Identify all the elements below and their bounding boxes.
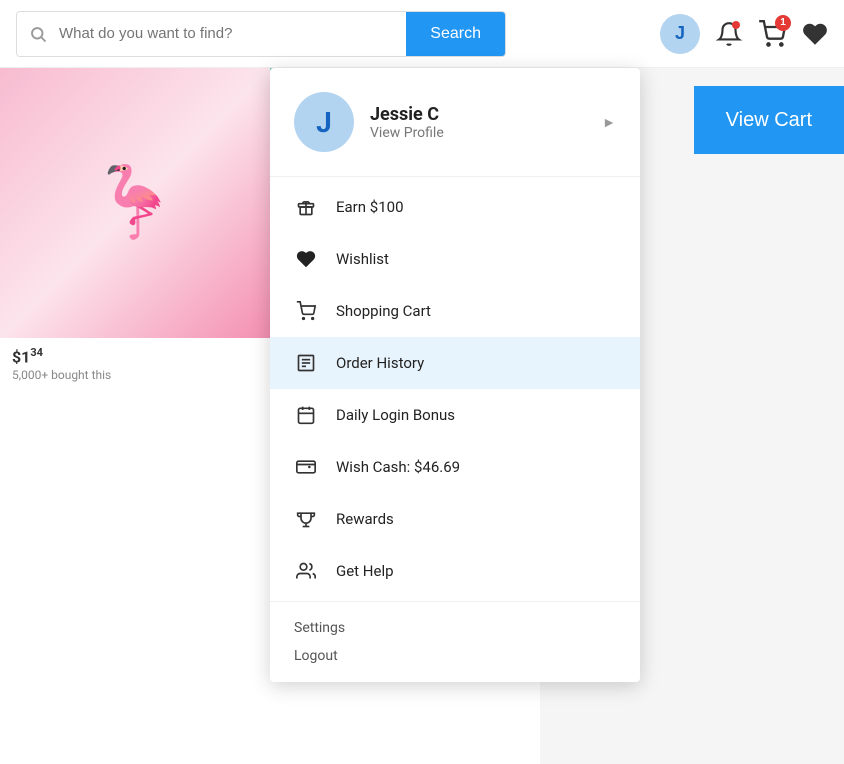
menu-item-orders[interactable]: Order History (270, 337, 640, 389)
product-price: $134 (12, 346, 258, 366)
menu-item-wishlist[interactable]: Wishlist (270, 233, 640, 285)
orders-label: Order History (336, 354, 424, 372)
header-icons: J 1 (660, 14, 828, 54)
user-dropdown: J Jessie C View Profile ► Earn $100 Wish (270, 68, 640, 682)
menu-item-rewards[interactable]: Rewards (270, 493, 640, 545)
profile-info: Jessie C View Profile (370, 104, 586, 141)
profile-section[interactable]: J Jessie C View Profile ► (270, 68, 640, 172)
view-profile-link[interactable]: View Profile (370, 125, 586, 141)
search-container: Search (16, 11, 506, 57)
notifications-button[interactable] (716, 21, 742, 47)
avatar-button[interactable]: J (660, 14, 700, 54)
view-cart-button[interactable]: View Cart (694, 86, 844, 154)
search-input[interactable] (59, 12, 406, 56)
order-history-icon (294, 351, 318, 375)
menu-item-earn[interactable]: Earn $100 (270, 181, 640, 233)
search-icon (17, 12, 59, 56)
menu-item-cart[interactable]: Shopping Cart (270, 285, 640, 337)
product-card[interactable]: 🦩 $134 5,000+ bought this (0, 68, 270, 764)
people-icon (294, 559, 318, 583)
settings-link[interactable]: Settings (294, 614, 616, 642)
wishlist-button[interactable] (802, 21, 828, 47)
notification-dot (732, 21, 740, 29)
profile-avatar: J (294, 92, 354, 152)
wallet-icon (294, 455, 318, 479)
search-button[interactable]: Search (406, 12, 505, 56)
heart-icon (294, 247, 318, 271)
divider-2 (270, 601, 640, 602)
earn-label: Earn $100 (336, 198, 404, 216)
menu-item-wishcash[interactable]: Wish Cash: $46.69 (270, 441, 640, 493)
cart-button[interactable]: 1 (758, 20, 786, 48)
product-image: 🦩 (0, 68, 270, 338)
rewards-label: Rewards (336, 510, 394, 528)
wishcash-label: Wish Cash: $46.69 (336, 458, 460, 476)
help-label: Get Help (336, 562, 394, 580)
menu-item-help[interactable]: Get Help (270, 545, 640, 597)
wishlist-label: Wishlist (336, 250, 389, 268)
gift-icon (294, 195, 318, 219)
calendar-icon (294, 403, 318, 427)
cart-badge: 1 (775, 15, 791, 31)
divider-1 (270, 176, 640, 177)
shopping-cart-icon (294, 299, 318, 323)
header: Search J 1 (0, 0, 844, 68)
chevron-right-icon: ► (602, 114, 616, 131)
menu-item-daily[interactable]: Daily Login Bonus (270, 389, 640, 441)
trophy-icon (294, 507, 318, 531)
footer-links: Settings Logout (270, 606, 640, 674)
profile-name: Jessie C (370, 104, 586, 125)
product-info: $134 5,000+ bought this (0, 338, 270, 390)
cart-label: Shopping Cart (336, 302, 431, 320)
daily-label: Daily Login Bonus (336, 406, 455, 424)
logout-link[interactable]: Logout (294, 642, 616, 670)
product-bought: 5,000+ bought this (12, 368, 258, 382)
